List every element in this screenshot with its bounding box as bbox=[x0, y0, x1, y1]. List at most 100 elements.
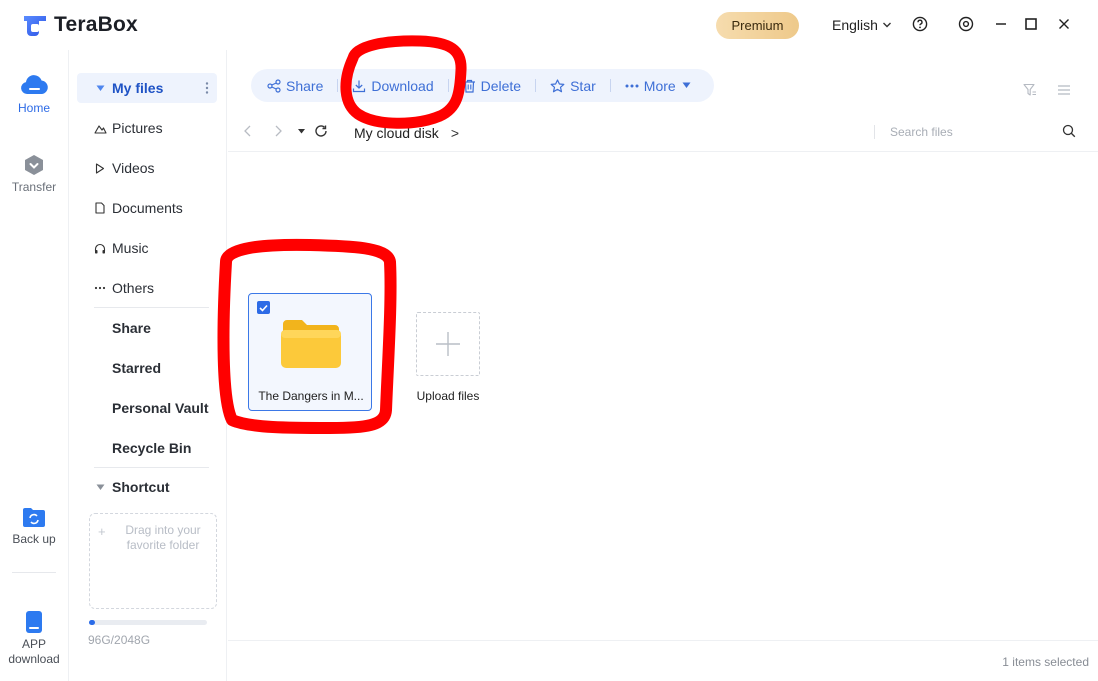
backup-icon bbox=[23, 508, 45, 527]
back-arrow-icon[interactable] bbox=[243, 124, 253, 138]
selection-count: 1 items selected bbox=[1002, 655, 1089, 669]
sidebar-label-music: Music bbox=[112, 240, 149, 256]
share-label: Share bbox=[286, 77, 324, 94]
share-icon bbox=[267, 78, 281, 93]
sidebar-label-others: Others bbox=[112, 280, 155, 296]
rail-item-backup[interactable]: Back up bbox=[0, 505, 68, 546]
toolbar-separator bbox=[609, 79, 611, 92]
rail-label-download: download bbox=[8, 652, 60, 666]
plus-icon: + bbox=[98, 524, 106, 539]
sidebar-item-share[interactable]: Share bbox=[77, 313, 217, 343]
breadcrumb-item-root[interactable]: My cloud disk bbox=[354, 125, 439, 141]
rail-label-backup: Back up bbox=[12, 532, 56, 546]
forward-arrow-icon[interactable] bbox=[273, 124, 283, 138]
sidebar-label-documents: Documents bbox=[112, 200, 183, 216]
share-button[interactable]: Share bbox=[267, 78, 323, 94]
sidebar-divider bbox=[94, 467, 209, 468]
check-icon bbox=[259, 304, 268, 312]
settings-icon[interactable] bbox=[957, 15, 975, 33]
rail-label-app: APP bbox=[21, 637, 46, 651]
cloud-icon bbox=[21, 75, 48, 94]
checkbox-checked[interactable] bbox=[257, 301, 270, 314]
category-sidebar: My files Pictures Videos Documents Music… bbox=[68, 50, 227, 681]
language-label: English bbox=[832, 17, 878, 33]
path-bar: My cloud disk > bbox=[228, 120, 1098, 152]
maximize-icon[interactable] bbox=[1022, 15, 1040, 33]
caret-down-icon bbox=[93, 85, 107, 92]
sidebar-label-videos: Videos bbox=[112, 160, 155, 176]
caret-down-icon bbox=[93, 484, 107, 491]
breadcrumb-separator: > bbox=[450, 125, 459, 141]
headphones-icon bbox=[93, 243, 107, 254]
storage-quota-fill bbox=[89, 620, 95, 625]
rail-label-transfer: Transfer bbox=[11, 180, 57, 194]
play-icon bbox=[93, 162, 107, 174]
sidebar-item-my-files[interactable]: My files bbox=[77, 73, 217, 103]
toolbar-separator bbox=[337, 79, 339, 92]
sidebar-item-starred[interactable]: Starred bbox=[77, 353, 217, 383]
shortcut-dropzone[interactable]: + Drag into your favorite folder bbox=[89, 513, 217, 609]
upload-files-button[interactable] bbox=[416, 312, 480, 376]
rail-item-transfer[interactable]: Transfer bbox=[0, 153, 68, 194]
trash-icon bbox=[463, 79, 475, 93]
dropzone-text: Drag into your favorite folder bbox=[125, 523, 201, 552]
transfer-icon bbox=[25, 155, 43, 175]
terabox-logo-icon bbox=[24, 16, 46, 36]
download-button[interactable]: Download bbox=[352, 77, 434, 94]
app-logo: TeraBox bbox=[22, 12, 138, 38]
ellipsis-icon bbox=[93, 286, 107, 290]
plus-icon bbox=[436, 332, 460, 356]
sidebar-label-pictures: Pictures bbox=[112, 120, 163, 136]
more-vertical-icon[interactable] bbox=[205, 81, 209, 98]
download-label: Download bbox=[371, 77, 434, 94]
list-view-icon[interactable] bbox=[1057, 83, 1071, 102]
delete-label: Delete bbox=[480, 77, 522, 94]
folder-tile[interactable]: The Dangers in M... bbox=[248, 293, 372, 411]
rail-item-app-download[interactable]: APP download bbox=[0, 610, 68, 667]
phone-icon bbox=[26, 611, 42, 633]
sidebar-item-shortcut[interactable]: Shortcut bbox=[77, 472, 217, 502]
sidebar-item-recycle-bin[interactable]: Recycle Bin bbox=[77, 433, 217, 463]
search-icon[interactable] bbox=[1062, 124, 1076, 143]
rail-item-home[interactable]: Home bbox=[0, 72, 68, 115]
action-toolbar: Share Download Delete Star More bbox=[251, 69, 714, 102]
document-icon bbox=[93, 202, 107, 214]
sidebar-item-music[interactable]: Music bbox=[77, 233, 217, 263]
search-divider bbox=[874, 125, 875, 139]
sidebar-item-documents[interactable]: Documents bbox=[77, 193, 217, 223]
sidebar-item-others[interactable]: Others bbox=[77, 273, 217, 303]
filter-icon[interactable] bbox=[1023, 83, 1037, 102]
sidebar-item-pictures[interactable]: Pictures bbox=[77, 113, 217, 143]
rail-label-home: Home bbox=[17, 101, 50, 115]
caret-down-icon bbox=[682, 82, 691, 88]
sidebar-label-my-files: My files bbox=[112, 80, 164, 96]
upload-files-label: Upload files bbox=[416, 389, 480, 403]
toolbar-separator bbox=[447, 79, 449, 92]
sidebar-divider bbox=[94, 307, 209, 308]
chevron-down-icon bbox=[882, 22, 891, 28]
premium-button[interactable]: Premium bbox=[716, 12, 799, 39]
storage-quota-text: 96G/2048G bbox=[88, 633, 151, 647]
app-name: TeraBox bbox=[54, 13, 138, 36]
sidebar-item-videos[interactable]: Videos bbox=[77, 153, 217, 183]
toolbar-separator bbox=[535, 79, 537, 92]
pictures-icon bbox=[93, 123, 107, 134]
refresh-icon[interactable] bbox=[314, 124, 328, 138]
status-bar: 1 items selected bbox=[228, 640, 1098, 681]
storage-quota-bar bbox=[89, 620, 207, 625]
minimize-icon[interactable] bbox=[992, 15, 1010, 33]
close-icon[interactable] bbox=[1055, 15, 1073, 33]
more-button[interactable]: More bbox=[625, 78, 696, 94]
rail-divider bbox=[12, 572, 56, 573]
breadcrumb: My cloud disk > bbox=[354, 125, 459, 141]
help-circle-icon[interactable] bbox=[911, 15, 929, 33]
more-label: More bbox=[643, 77, 676, 94]
star-icon bbox=[550, 78, 565, 92]
language-selector[interactable]: English bbox=[832, 17, 892, 33]
sidebar-item-personal-vault[interactable]: Personal Vault bbox=[77, 393, 217, 423]
more-dots-icon bbox=[625, 84, 639, 87]
search-input[interactable] bbox=[890, 122, 1050, 142]
history-caret-icon[interactable] bbox=[298, 129, 305, 134]
star-button[interactable]: Star bbox=[550, 78, 596, 94]
delete-button[interactable]: Delete bbox=[463, 78, 521, 94]
